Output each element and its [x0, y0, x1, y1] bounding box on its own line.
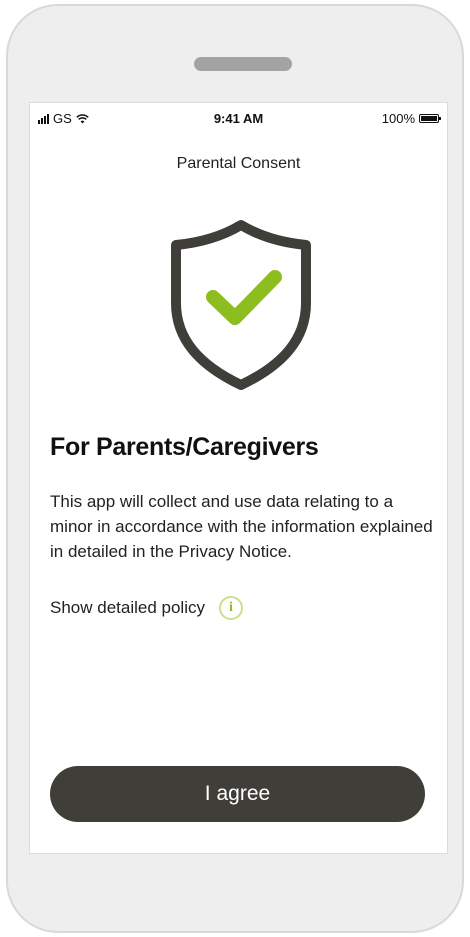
consent-description: This app will collect and use data relat…: [50, 492, 433, 561]
phone-speaker: [194, 57, 292, 71]
page-title: Parental Consent: [176, 155, 301, 172]
status-bar: GS 9:41 AM 100%: [30, 103, 447, 133]
agree-button[interactable]: I agree: [50, 766, 425, 822]
show-policy-link[interactable]: Show detailed policy: [50, 598, 205, 618]
app-screen: GS 9:41 AM 100% Parental Consent For Par…: [29, 102, 448, 854]
consent-heading: For Parents/Caregivers: [50, 433, 319, 461]
battery-icon: [419, 114, 441, 123]
shield-check-icon: [171, 220, 311, 390]
phone-frame: GS 9:41 AM 100% Parental Consent For Par…: [6, 4, 464, 933]
status-right: 100%: [381, 111, 441, 126]
show-policy-row[interactable]: Show detailed policy i: [50, 596, 243, 620]
battery-percent: 100%: [381, 111, 415, 126]
info-icon[interactable]: i: [218, 596, 243, 620]
